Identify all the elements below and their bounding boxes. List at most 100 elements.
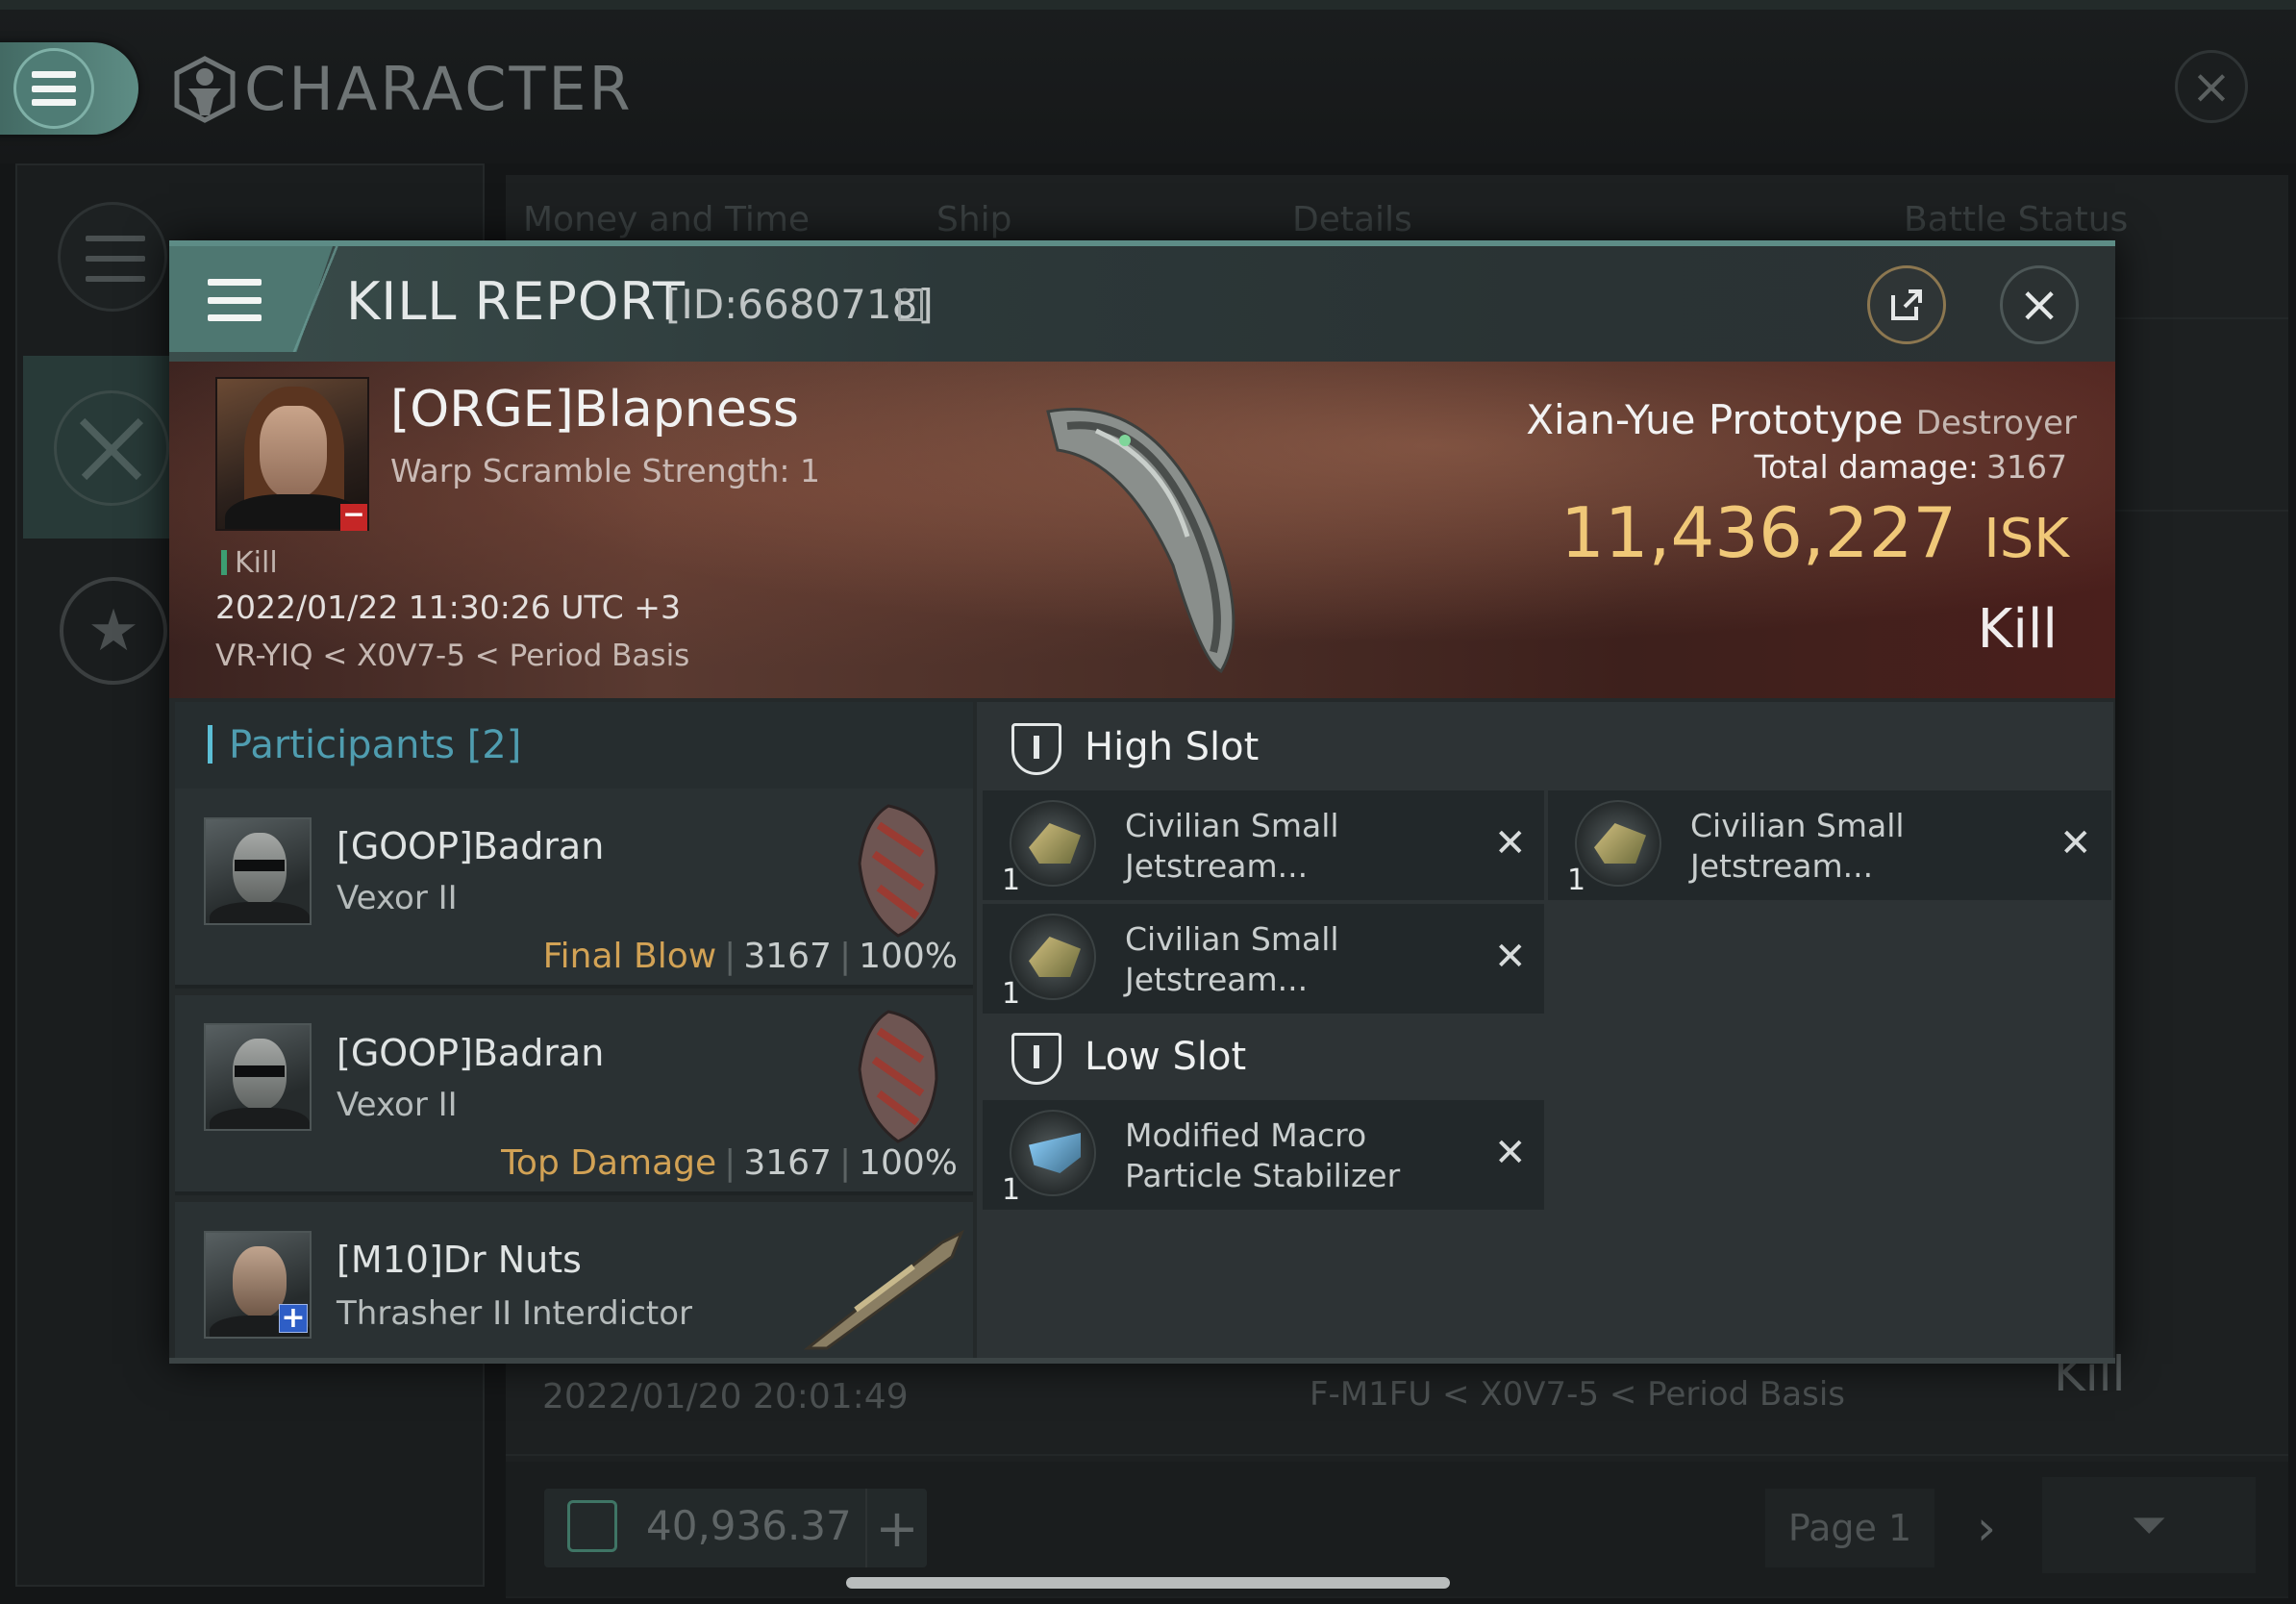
participant-damage: 3167 <box>743 1143 832 1183</box>
next-page-button[interactable]: › <box>1958 1489 2015 1567</box>
module-name-line1: Modified Macro <box>1125 1116 1367 1154</box>
isk-unit: ISK <box>1984 508 2069 570</box>
module-name: Civilian Small Jetstream... <box>1125 919 1339 1000</box>
top-damage-label: Top Damage <box>501 1143 717 1183</box>
kill-tag: Kill <box>235 546 278 580</box>
chevron-right-icon: › <box>1977 1500 1996 1556</box>
victim-name[interactable]: [ORGE]Blapness <box>390 381 799 439</box>
dialog-bottom-edge <box>169 1358 2115 1364</box>
plus-icon: + <box>875 1497 919 1559</box>
participant-ship: Thrasher II Interdictor <box>337 1294 692 1333</box>
participant-avatar[interactable] <box>204 817 312 925</box>
plus-badge-icon: + <box>279 1304 308 1333</box>
top-edge <box>0 0 2296 10</box>
participant-percent: 100% <box>859 937 958 976</box>
kill-location: VR-YIQ < X0V7-5 < Period Basis <box>215 639 690 673</box>
destroyed-icon: ✕ <box>1494 1131 1527 1175</box>
combat-icon <box>79 417 144 481</box>
module-name-line2: Particle Stabilizer <box>1125 1157 1401 1194</box>
main-menu-button[interactable] <box>0 42 138 135</box>
warp-scramble-strength: Warp Scramble Strength: 1 <box>390 452 821 489</box>
module-name-line1: Civilian Small <box>1125 920 1339 958</box>
participant-ship: Vexor II <box>337 1086 458 1124</box>
minus-badge-icon: − <box>340 501 367 531</box>
participant-percent: 100% <box>859 1143 958 1183</box>
participant-stats: Top Damage | 3167 | 100% <box>501 1143 958 1183</box>
ship-class: Destroyer <box>1915 404 2077 442</box>
horizontal-scrollbar[interactable] <box>846 1577 1450 1589</box>
menu-icon <box>208 279 262 321</box>
module-quantity: 1 <box>1567 864 1586 897</box>
module-icon <box>1575 800 1661 887</box>
menu-icon <box>13 48 94 129</box>
kill-datetime: 2022/01/22 11:30:26 UTC +3 <box>215 589 681 626</box>
column-header-ship[interactable]: Ship <box>936 200 1012 239</box>
module-name-line2: Jetstream... <box>1125 847 1309 885</box>
victim-ship-name[interactable]: Xian-Yue Prototype Destroyer <box>1526 396 2077 443</box>
kill-row-location: F-M1FU < X0V7-5 < Period Basis <box>1310 1375 1846 1414</box>
close-icon: × <box>2191 59 2232 114</box>
kill-row-date: 2022/01/20 20:01:49 <box>542 1377 909 1416</box>
sidebar-item-combat[interactable] <box>54 390 169 506</box>
destroyed-icon: ✕ <box>1494 821 1527 865</box>
isk-value: 11,436,227 ISK <box>1560 492 2069 573</box>
add-funds-button[interactable]: + <box>865 1489 927 1567</box>
participant-ship-image <box>858 1010 938 1143</box>
isk-amount: 11,436,227 <box>1560 492 1958 573</box>
participant-name[interactable]: [M10]Dr Nuts <box>337 1239 582 1281</box>
window-close-button[interactable]: × <box>2175 50 2248 123</box>
participant-ship-image <box>858 804 938 938</box>
module-icon <box>1010 914 1096 1000</box>
participant-name[interactable]: [GOOP]Badran <box>337 825 604 867</box>
participants-count: [2] <box>466 723 522 767</box>
sidebar-item-list[interactable] <box>58 202 167 312</box>
module-quantity: 1 <box>1002 1173 1021 1207</box>
participants-marker <box>208 725 212 764</box>
high-slot-title: High Slot <box>1085 725 1260 769</box>
total-damage: Total damage: 3167 <box>1755 448 2067 486</box>
victim-ship-image <box>1046 408 1235 673</box>
participants-label: Participants <box>229 723 455 767</box>
kill-result: Kill <box>1977 598 2058 661</box>
filter-icon: ⏷ <box>2131 1498 2167 1550</box>
column-header-money-time[interactable]: Money and Time <box>523 200 810 239</box>
ship-name: Xian-Yue Prototype <box>1526 396 1904 443</box>
destroyed-icon: ✕ <box>1494 935 1527 979</box>
low-slot-title: Low Slot <box>1085 1035 1247 1079</box>
participants-title: Participants [2] <box>229 723 521 767</box>
list-icon <box>86 236 145 282</box>
low-slot-icon <box>1011 1033 1061 1085</box>
destroyed-icon: ✕ <box>2059 821 2092 865</box>
sidebar-item-medals[interactable]: ★ <box>60 577 167 685</box>
participant-ship: Vexor II <box>337 879 458 917</box>
module-name: Civilian Small Jetstream... <box>1125 806 1339 887</box>
kill-report-id: [ID:6680718] <box>665 281 934 328</box>
participant-avatar[interactable] <box>204 1023 312 1131</box>
module-name: Civilian Small Jetstream... <box>1690 806 1905 887</box>
row-divider <box>506 1454 2288 1456</box>
column-header-battle-status[interactable]: Battle Status <box>1904 200 2128 239</box>
high-slot-icon <box>1011 723 1061 775</box>
module-icon <box>1010 1110 1096 1196</box>
copy-icon[interactable] <box>898 288 923 321</box>
module-name-line1: Civilian Small <box>1690 807 1905 844</box>
final-blow-label: Final Blow <box>542 937 717 976</box>
character-icon <box>174 56 236 123</box>
module-name: Modified Macro Particle Stabilizer <box>1125 1115 1400 1196</box>
share-icon <box>1891 289 1922 320</box>
participant-name[interactable]: [GOOP]Badran <box>337 1032 604 1074</box>
kill-report-close-button[interactable]: × <box>2000 265 2079 344</box>
close-icon: × <box>2018 276 2060 334</box>
page-indicator[interactable]: Page 1 <box>1765 1489 1934 1567</box>
module-name-line2: Jetstream... <box>1690 847 1874 885</box>
filter-button[interactable]: ⏷ <box>2042 1477 2256 1573</box>
share-button[interactable] <box>1867 265 1946 344</box>
wallet-icon <box>567 1500 617 1552</box>
module-icon <box>1010 800 1096 887</box>
participant-ship-image <box>803 1229 964 1350</box>
total-damage-value: 3167 <box>1986 448 2067 486</box>
kill-tag-marker <box>221 550 227 575</box>
participant-stats: Final Blow | 3167 | 100% <box>542 937 958 976</box>
module-quantity: 1 <box>1002 977 1021 1011</box>
column-header-details[interactable]: Details <box>1292 200 1412 239</box>
